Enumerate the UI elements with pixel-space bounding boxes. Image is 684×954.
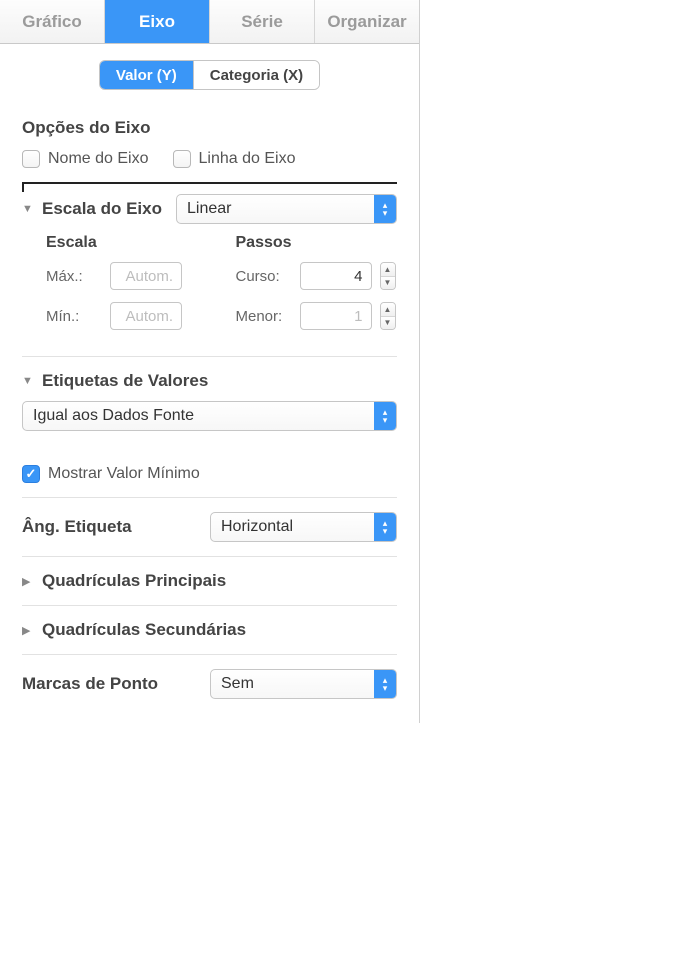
chevron-down-icon: ▼ xyxy=(22,203,34,215)
section-divider xyxy=(22,556,397,557)
stepper-up-icon[interactable]: ▲ xyxy=(381,263,395,276)
scale-subtitle: Escala xyxy=(46,234,208,252)
updown-arrows-icon xyxy=(374,670,396,698)
checkbox-label: Linha do Eixo xyxy=(199,150,296,168)
max-field[interactable] xyxy=(110,262,182,290)
checkbox-label: Mostrar Valor Mínimo xyxy=(48,465,200,483)
checkbox-linha-do-eixo[interactable]: Linha do Eixo xyxy=(173,150,296,168)
steps-subtitle: Passos xyxy=(236,234,398,252)
curso-stepper[interactable]: ▲ ▼ xyxy=(380,262,396,290)
checkbox-mostrar-valor-minimo[interactable]: Mostrar Valor Mínimo xyxy=(22,465,397,483)
select-value: Igual aos Dados Fonte xyxy=(33,407,194,425)
segment-categoria-x[interactable]: Categoria (X) xyxy=(193,61,319,89)
checkbox-label: Nome do Eixo xyxy=(48,150,149,168)
disclosure-label: Quadrículas Principais xyxy=(42,571,226,591)
tick-marks-label: Marcas de Ponto xyxy=(22,674,192,694)
disclosure-escala-do-eixo[interactable]: ▼ Escala do Eixo xyxy=(22,199,162,219)
disclosure-etiquetas-valores[interactable]: ▼ Etiquetas de Valores xyxy=(22,371,397,391)
select-value: Linear xyxy=(187,200,231,218)
disclosure-quadriculas-principais[interactable]: ▶ Quadrículas Principais xyxy=(22,571,397,591)
tab-serie[interactable]: Série xyxy=(210,0,315,43)
chevron-right-icon: ▶ xyxy=(22,575,34,588)
disclosure-label: Etiquetas de Valores xyxy=(42,371,208,391)
inspector-tabs: Gráfico Eixo Série Organizar xyxy=(0,0,419,44)
section-divider xyxy=(22,497,397,498)
max-label: Máx.: xyxy=(46,268,102,285)
disclosure-label: Quadrículas Secundárias xyxy=(42,620,246,640)
min-field[interactable] xyxy=(110,302,182,330)
checkbox-box-icon xyxy=(22,150,40,168)
callout-top-bar xyxy=(22,182,397,184)
label-angle-label: Âng. Etiqueta xyxy=(22,517,192,537)
tab-grafico[interactable]: Gráfico xyxy=(0,0,105,43)
select-value: Sem xyxy=(221,675,254,693)
updown-arrows-icon xyxy=(374,513,396,541)
min-label: Mín.: xyxy=(46,308,102,325)
section-divider xyxy=(22,356,397,357)
checkbox-nome-do-eixo[interactable]: Nome do Eixo xyxy=(22,150,149,168)
value-labels-select[interactable]: Igual aos Dados Fonte xyxy=(22,401,397,431)
stepper-down-icon[interactable]: ▼ xyxy=(381,276,395,290)
updown-arrows-icon xyxy=(374,402,396,430)
select-value: Horizontal xyxy=(221,518,293,536)
menor-field[interactable] xyxy=(300,302,372,330)
tab-organizar[interactable]: Organizar xyxy=(315,0,419,43)
segment-valor-y[interactable]: Valor (Y) xyxy=(100,61,193,89)
curso-label: Curso: xyxy=(236,268,292,285)
section-divider xyxy=(22,654,397,655)
label-angle-select[interactable]: Horizontal xyxy=(210,512,397,542)
axis-segmented: Valor (Y) Categoria (X) xyxy=(99,60,320,90)
chevron-right-icon: ▶ xyxy=(22,624,34,637)
chevron-down-icon: ▼ xyxy=(22,375,34,387)
stepper-down-icon[interactable]: ▼ xyxy=(381,316,395,330)
updown-arrows-icon xyxy=(374,195,396,223)
disclosure-quadriculas-secundarias[interactable]: ▶ Quadrículas Secundárias xyxy=(22,620,397,640)
section-divider xyxy=(22,605,397,606)
curso-field[interactable] xyxy=(300,262,372,290)
disclosure-label: Escala do Eixo xyxy=(42,199,162,219)
axis-options-title: Opções do Eixo xyxy=(22,118,397,138)
axis-scale-select[interactable]: Linear xyxy=(176,194,397,224)
tab-eixo[interactable]: Eixo xyxy=(105,0,210,43)
checkbox-box-icon xyxy=(173,150,191,168)
stepper-up-icon[interactable]: ▲ xyxy=(381,303,395,316)
tick-marks-select[interactable]: Sem xyxy=(210,669,397,699)
menor-label: Menor: xyxy=(236,308,292,325)
checkbox-checked-icon xyxy=(22,465,40,483)
menor-stepper[interactable]: ▲ ▼ xyxy=(380,302,396,330)
